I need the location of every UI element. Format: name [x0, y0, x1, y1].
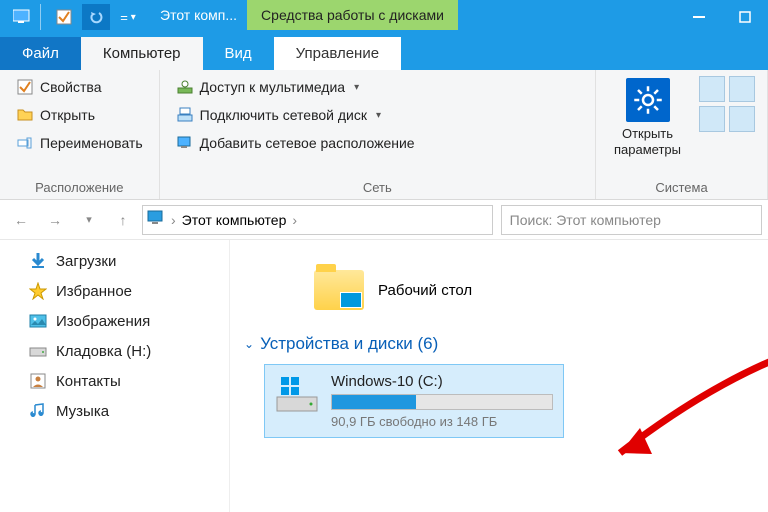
ribbon-tabs: Файл Компьютер Вид Управление	[0, 34, 768, 70]
forward-button[interactable]: →	[40, 205, 70, 235]
checkbox-properties-icon	[16, 78, 34, 96]
sidebar-label: Загрузки	[56, 253, 116, 270]
rename-button[interactable]: Переименовать	[12, 132, 147, 154]
breadcrumb-this-pc[interactable]: Этот компьютер	[182, 212, 287, 228]
ribbon: Свойства Открыть Переименовать Расположе…	[0, 70, 768, 200]
map-network-drive-label: Подключить сетевой диск	[200, 107, 367, 123]
qat-undo-icon[interactable]	[82, 4, 110, 30]
devices-section-header[interactable]: ⌄ Устройства и диски (6)	[244, 334, 754, 354]
tab-computer[interactable]: Компьютер	[81, 37, 203, 70]
system-btn-2[interactable]	[729, 76, 755, 102]
music-icon	[28, 401, 48, 421]
rename-label: Переименовать	[40, 135, 143, 151]
open-label: Открыть	[40, 107, 95, 123]
media-access-button[interactable]: Доступ к мультимедиа▾	[172, 76, 419, 98]
contextual-tab-drive-tools[interactable]: Средства работы с дисками	[247, 0, 458, 30]
folder-open-icon	[16, 106, 34, 124]
titlebar: =▾ Этот комп... Средства работы с дискам…	[0, 0, 768, 34]
drive-usage-bar	[331, 394, 553, 410]
downloads-icon	[28, 251, 48, 271]
address-separator-1: ›	[171, 212, 176, 228]
add-network-location-button[interactable]: Добавить сетевое расположение	[172, 132, 419, 154]
sidebar-label: Кладовка (H:)	[56, 343, 151, 360]
sidebar-item-contacts[interactable]: Контакты	[4, 366, 225, 396]
netloc-icon	[176, 134, 194, 152]
qat-separator	[40, 4, 46, 30]
qat-customize-icon[interactable]: =▾	[114, 4, 142, 30]
annotation-arrow	[580, 338, 768, 488]
tab-file[interactable]: Файл	[0, 37, 81, 70]
pictures-icon	[28, 311, 48, 331]
up-button[interactable]: ↑	[108, 205, 138, 235]
open-button[interactable]: Открыть	[12, 104, 147, 126]
devices-header-label: Устройства и диски (6)	[260, 334, 438, 354]
os-drive-icon	[275, 373, 319, 417]
address-bar[interactable]: › Этот компьютер ›	[142, 205, 493, 235]
add-network-location-label: Добавить сетевое расположение	[200, 135, 415, 151]
content-area: Загрузки Избранное Изображения Кладовка …	[0, 240, 768, 512]
star-icon	[28, 281, 48, 301]
sidebar-label: Музыка	[56, 403, 109, 420]
group-label-location: Расположение	[12, 176, 147, 195]
folder-item-desktop[interactable]: Рабочий стол	[314, 270, 754, 310]
main-pane: Рабочий стол ⌄ Устройства и диски (6) Wi…	[230, 240, 768, 512]
desktop-folder-icon	[314, 270, 364, 310]
tab-manage[interactable]: Управление	[274, 37, 401, 70]
tab-view[interactable]: Вид	[203, 37, 274, 70]
open-settings-label: Открыть параметры	[614, 126, 681, 157]
drive-free-text: 90,9 ГБ свободно из 148 ГБ	[331, 414, 553, 429]
sidebar-item-favorites[interactable]: Избранное	[4, 276, 225, 306]
window-controls	[676, 0, 768, 34]
qat-properties-icon[interactable]	[50, 4, 78, 30]
sidebar-label: Избранное	[56, 283, 132, 300]
group-label-system: Система	[608, 176, 755, 195]
minimize-button[interactable]	[676, 0, 722, 34]
ribbon-group-location: Свойства Открыть Переименовать Расположе…	[0, 70, 160, 199]
navigation-pane: Загрузки Избранное Изображения Кладовка …	[0, 240, 230, 512]
this-pc-icon	[147, 210, 165, 229]
group-label-network: Сеть	[172, 176, 583, 195]
maximize-button[interactable]	[722, 0, 768, 34]
search-box[interactable]: Поиск: Этот компьютер	[501, 205, 762, 235]
contacts-icon	[28, 371, 48, 391]
gear-icon	[626, 78, 670, 122]
media-icon	[176, 78, 194, 96]
sidebar-item-pictures[interactable]: Изображения	[4, 306, 225, 336]
ribbon-group-system: Открыть параметры Система	[596, 70, 768, 199]
search-placeholder: Поиск: Этот компьютер	[510, 212, 661, 228]
sidebar-item-downloads[interactable]: Загрузки	[4, 246, 225, 276]
sidebar-label: Контакты	[56, 373, 121, 390]
system-menu-icon[interactable]	[8, 4, 36, 30]
back-button[interactable]: ←	[6, 205, 36, 235]
address-separator-2: ›	[292, 212, 297, 228]
drive-name: Windows-10 (C:)	[331, 373, 553, 390]
sidebar-label: Изображения	[56, 313, 150, 330]
properties-label: Свойства	[40, 79, 101, 95]
system-small-buttons	[699, 76, 755, 132]
drive-info: Windows-10 (C:) 90,9 ГБ свободно из 148 …	[331, 373, 553, 429]
netdrive-icon	[176, 106, 194, 124]
properties-button[interactable]: Свойства	[12, 76, 147, 98]
map-network-drive-button[interactable]: Подключить сетевой диск▾	[172, 104, 419, 126]
quick-access-toolbar: =▾	[0, 0, 150, 34]
sidebar-item-music[interactable]: Музыка	[4, 396, 225, 426]
open-settings-button[interactable]: Открыть параметры	[608, 76, 687, 159]
system-btn-3[interactable]	[699, 106, 725, 132]
drive-icon	[28, 341, 48, 361]
recent-locations-button[interactable]: ▾	[74, 205, 104, 235]
folder-label: Рабочий стол	[378, 282, 472, 299]
system-btn-4[interactable]	[729, 106, 755, 132]
ribbon-group-network: Доступ к мультимедиа▾ Подключить сетевой…	[160, 70, 596, 199]
window-title: Этот комп...	[150, 0, 247, 34]
rename-icon	[16, 134, 34, 152]
drive-item-c[interactable]: Windows-10 (C:) 90,9 ГБ свободно из 148 …	[264, 364, 564, 438]
sidebar-item-kladovka[interactable]: Кладовка (H:)	[4, 336, 225, 366]
navigation-bar: ← → ▾ ↑ › Этот компьютер › Поиск: Этот к…	[0, 200, 768, 240]
system-btn-1[interactable]	[699, 76, 725, 102]
chevron-down-icon: ⌄	[244, 337, 254, 351]
media-access-label: Доступ к мультимедиа	[200, 79, 345, 95]
